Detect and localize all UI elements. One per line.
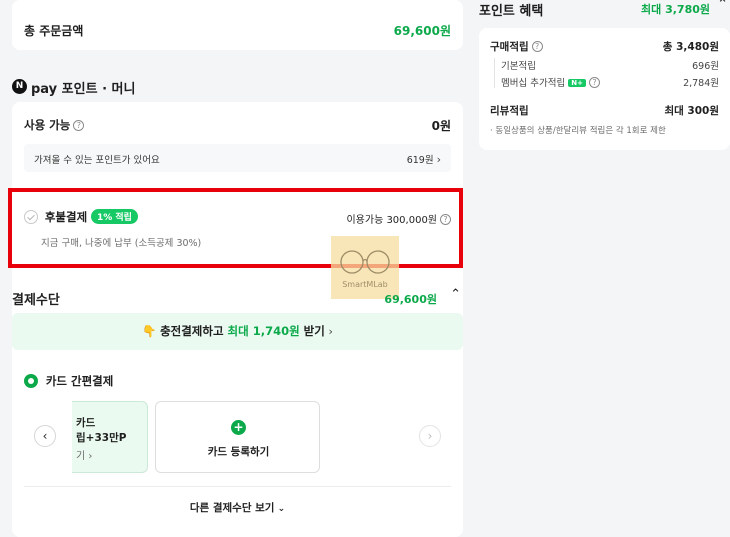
point-benefit-max: 최대 3,780원 [641,3,710,16]
carousel-prev-button[interactable]: ‹ [34,425,56,447]
divider [24,486,451,487]
point-benefit-header: 포인트 혜택 최대 3,780원 ⌃ [479,0,730,19]
register-card-tile[interactable]: + 카드 등록하기 [155,401,320,473]
importable-amount: 619원 [406,155,434,166]
membership-row: 멤버십 추가적립 N+? [501,75,600,89]
chevron-right-icon: › [427,429,433,443]
npay-logo-icon: N [12,79,27,94]
npay-section-title: pay 포인트 · 머니 [31,82,136,97]
purchase-amount: 총 3,480원 [662,41,719,53]
plus-icon: + [231,420,246,435]
importable-points-box[interactable]: 가져올 수 있는 포인트가 있어요 619원 › [24,144,451,172]
usable-points-row: 사용 가능? [24,117,85,133]
card-name: 카드 [76,417,96,429]
order-total-card: 총 주문금액 69,600원 [12,0,463,50]
card-benefit: 립+33만P [76,432,127,444]
point-benefit-card: 구매적립? 총 3,480원 기본적립 696원 멤버십 추가적립 N+? 2,… [479,28,730,150]
chevron-left-icon: ‹ [42,429,48,443]
basic-label: 기본적립 [501,61,536,72]
promo-highlight: 최대 1,740원 [227,324,300,338]
other-methods-link[interactable]: 다른 결제수단 보기 ⌄ [12,500,463,515]
chevron-up-icon[interactable]: ⌃ [450,287,461,302]
register-card-label: 카드 등록하기 [207,446,270,458]
review-label: 리뷰적립 [490,105,529,117]
card-easy-pay-card: 카드 간편결제 카드 립+33만P 기 › + 카드 등록하기 ‹ › 다른 결… [12,358,463,537]
help-icon[interactable]: ? [531,41,543,52]
chevron-right-icon: › [328,325,333,338]
help-icon[interactable]: ? [588,77,600,88]
help-icon[interactable]: ? [73,120,85,131]
promo-suffix: 받기 [299,324,325,338]
payment-method-header: 결제수단 69,600원 ⌃ [12,286,463,308]
point-benefit-title: 포인트 혜택 [479,4,544,19]
basic-amount: 696원 [692,61,719,72]
hand-pointing-icon: 👇 [142,324,157,338]
radio-selected-icon[interactable] [24,374,38,388]
charge-promo-banner[interactable]: 👇 충전결제하고 최대 1,740원 받기 › [12,313,463,350]
card-detail-link[interactable]: 기 › [76,447,92,462]
chevron-right-icon: › [436,153,441,166]
review-amount: 최대 300원 [664,105,719,117]
card-easy-pay-option[interactable]: 카드 간편결제 [24,373,113,389]
membership-badge: N+ [568,79,586,87]
payment-method-title: 결제수단 [12,293,60,308]
purchase-points-row: 구매적립? [490,39,543,54]
payment-method-amount: 69,600원 [384,293,437,306]
order-total-amount: 69,600원 [393,24,451,38]
card-tile[interactable]: 카드 립+33만P 기 › [72,401,148,473]
glasses-logo-icon [340,250,390,274]
usable-amount: 0원 [431,119,451,133]
usable-label: 사용 가능 [24,118,71,132]
importable-amount-row: 619원 › [407,152,441,166]
carousel-next-button[interactable]: › [419,425,441,447]
promo-prefix: 충전결제하고 [160,324,228,338]
purchase-label: 구매적립 [490,41,529,53]
membership-label: 멤버십 추가적립 [501,78,566,89]
review-note: · 동일상품의 상품/한달리뷰 적립은 각 1회로 제한 [490,126,666,136]
indent-line [494,58,495,88]
chevron-up-icon[interactable]: ⌃ [717,0,728,12]
card-easy-pay-label: 카드 간편결제 [45,374,114,388]
npay-section-header: N pay 포인트 · 머니 [12,76,463,98]
order-total-label: 총 주문금액 [24,24,84,38]
importable-text: 가져올 수 있는 포인트가 있어요 [34,155,160,166]
membership-amount: 2,784원 [683,78,719,89]
chevron-down-icon: ⌄ [274,504,286,514]
